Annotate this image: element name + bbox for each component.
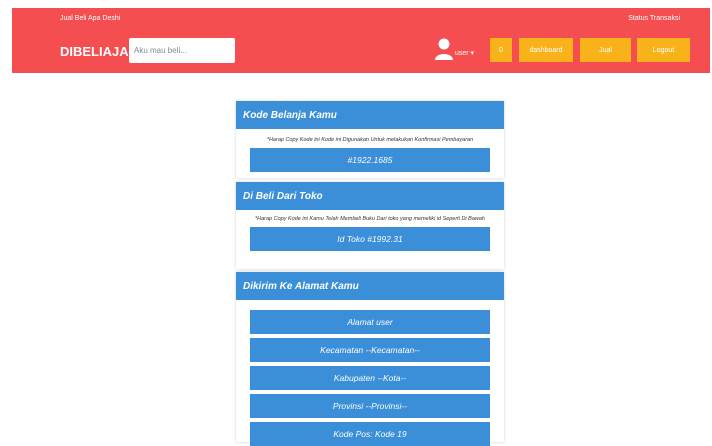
status-transaksi-link[interactable]: Status Transaksi [628,15,680,22]
kode-belanja-value: #1922.1685 [250,148,490,172]
dashboard-button[interactable]: dashboard [519,38,573,62]
jual-button[interactable]: Jual [580,38,631,62]
kabupaten-field: Kabupaten --Kota-- [250,366,490,390]
alamat-field: Alamat user [250,310,490,334]
logout-button[interactable]: Logout [637,38,690,62]
user-menu[interactable]: user ▾ [434,30,474,60]
toko-card: Di Beli Dari Toko *Harap Copy Kode ini K… [236,182,504,269]
user-menu-label: user ▾ [455,50,475,57]
alamat-card: Dikirim Ke Alamat Kamu Alamat user Kecam… [236,272,504,446]
toko-id-value: Id Toko #1992.31 [250,227,490,251]
provinsi-field: Provinsi --Provinsi-- [250,394,490,418]
cart-count-button[interactable]: 0 [490,38,512,62]
toko-title: Di Beli Dari Toko [236,182,504,210]
user-icon [435,38,453,60]
search-input[interactable] [129,38,235,63]
brand-logo[interactable]: DIBELIAJA [60,44,129,59]
kode-pos-field: Kode Pos: Kode 19 [250,422,490,446]
tagline: Jual Beli Apa Deshi [60,15,121,22]
kode-belanja-card: Kode Belanja Kamu *Harap Copy Kode ini K… [236,101,504,178]
kode-belanja-note: *Harap Copy Kode ini Kode ini Digunakan … [266,137,474,143]
top-navbar: Jual Beli Apa Deshi Status Transaksi DIB… [12,8,710,73]
kode-belanja-title: Kode Belanja Kamu [236,101,504,129]
alamat-title: Dikirim Ke Alamat Kamu [236,272,504,300]
kecamatan-field: Kecamatan --Kecamatan-- [250,338,490,362]
toko-note: *Harap Copy Kode ini Kamu Telah Membeli … [255,216,485,222]
